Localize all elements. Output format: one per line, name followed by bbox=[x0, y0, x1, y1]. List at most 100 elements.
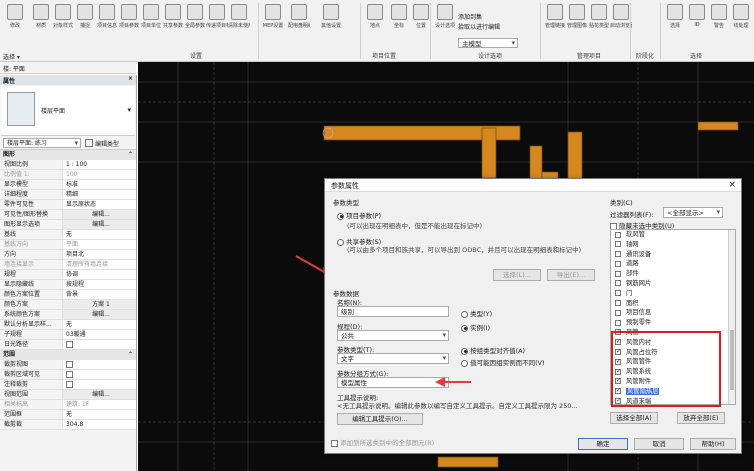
section-range[interactable]: 范围 ⌃ bbox=[0, 350, 136, 360]
property-row[interactable]: 方向 项目北 bbox=[0, 250, 136, 260]
property-row[interactable]: 视图比例 1 : 100 bbox=[0, 160, 136, 170]
checkbox-icon[interactable] bbox=[615, 290, 621, 297]
add-to-all-checkbox[interactable]: 添加到所选类别中的全部图元(R) bbox=[331, 437, 434, 447]
checkbox-icon[interactable] bbox=[615, 260, 621, 267]
discipline-select[interactable]: 公共 bbox=[337, 330, 449, 341]
property-value[interactable]: 无 bbox=[62, 320, 136, 329]
view-instance-select[interactable]: 楼层平面: 练习 bbox=[3, 138, 81, 148]
checkbox-icon[interactable] bbox=[615, 309, 621, 316]
property-value[interactable]: 建筑: 1F bbox=[62, 400, 136, 409]
select-button[interactable]: 选择(L)... bbox=[493, 269, 541, 281]
ribbon-button[interactable]: ID bbox=[686, 4, 708, 28]
category-item[interactable]: 项目信息 bbox=[611, 308, 735, 318]
name-input[interactable]: 级别 bbox=[337, 306, 449, 317]
property-row[interactable]: 零件可见性 显示原状态 bbox=[0, 200, 136, 210]
property-row[interactable]: 裁剪区域可见 bbox=[0, 370, 136, 380]
category-item[interactable]: 轴网 bbox=[611, 240, 735, 250]
checkbox-icon[interactable] bbox=[615, 280, 621, 287]
ribbon-button[interactable]: 地点 bbox=[364, 4, 386, 29]
property-row[interactable]: 裁剪视图 bbox=[0, 360, 136, 370]
checkbox-icon[interactable] bbox=[66, 341, 73, 348]
category-item[interactable]: 预制零件 bbox=[611, 318, 735, 328]
property-row[interactable]: 颜色方案位置 背景 bbox=[0, 290, 136, 300]
type-radio[interactable]: 类型(Y) bbox=[461, 308, 492, 318]
property-value[interactable] bbox=[62, 370, 136, 379]
project-param-radio[interactable]: 项目参数(P) bbox=[337, 210, 381, 220]
property-row[interactable]: 规程 协调 bbox=[0, 270, 136, 280]
ribbon-button[interactable]: 共享参数 bbox=[162, 4, 184, 29]
ribbon-button[interactable]: 材质 bbox=[30, 4, 52, 29]
category-item[interactable]: 部件 bbox=[611, 269, 735, 279]
category-item[interactable]: 钢筋网片 bbox=[611, 279, 735, 289]
edit-tooltip-button[interactable]: 编辑工具提示(O)... bbox=[337, 413, 423, 425]
property-value[interactable]: 编辑... bbox=[62, 310, 136, 319]
param-type-select[interactable]: 文字 bbox=[337, 353, 449, 364]
checkbox-icon[interactable] bbox=[615, 241, 621, 248]
property-value[interactable]: 304.8 bbox=[62, 420, 136, 429]
property-value[interactable] bbox=[62, 340, 136, 349]
type-selector[interactable]: 楼层平面 ▾ bbox=[1, 86, 135, 136]
property-value[interactable]: 按规程 bbox=[62, 280, 136, 289]
property-value[interactable]: 项目北 bbox=[62, 250, 136, 259]
property-row[interactable]: 可见性/图形替换 编辑... bbox=[0, 210, 136, 220]
scrollbar[interactable] bbox=[728, 230, 735, 404]
property-row[interactable]: 截剪裁 304.8 bbox=[0, 420, 136, 430]
help-button[interactable]: 帮助(H) bbox=[690, 438, 736, 450]
property-value[interactable]: 03暖通 bbox=[62, 330, 136, 339]
category-item[interactable]: 道路 bbox=[611, 259, 735, 269]
property-row[interactable]: 默认分析显示样... 无 bbox=[0, 320, 136, 330]
property-value[interactable]: 100 bbox=[62, 170, 136, 179]
ribbon-small-button[interactable]: 添加到集 bbox=[458, 12, 482, 21]
property-row[interactable]: 相关标高 建筑: 1F bbox=[0, 400, 136, 410]
ribbon-button[interactable]: 线处理 bbox=[730, 4, 752, 29]
property-row[interactable]: 日光路径 bbox=[0, 340, 136, 350]
ribbon-button[interactable]: 对象样式 bbox=[52, 4, 74, 29]
category-item[interactable]: 门 bbox=[611, 289, 735, 299]
ribbon-button[interactable]: 启动浏览器 bbox=[610, 4, 632, 29]
ribbon-button[interactable]: 选择 bbox=[664, 4, 686, 29]
ribbon-small-button[interactable]: 拾取以进行编辑 bbox=[458, 22, 500, 31]
section-graphics[interactable]: 图形 ⌃ bbox=[0, 150, 136, 160]
ribbon-button[interactable]: 其他设置 bbox=[320, 4, 342, 29]
ribbon-button[interactable]: 传递项目标准 bbox=[206, 4, 228, 29]
ribbon-button[interactable]: 贴花类型 bbox=[588, 4, 610, 29]
property-value[interactable]: 标准 bbox=[62, 180, 136, 189]
property-row[interactable]: 基线 无 bbox=[0, 230, 136, 240]
select-dropdown[interactable]: 选择 ▾ bbox=[0, 50, 130, 62]
property-value[interactable]: 显示原状态 bbox=[62, 200, 136, 209]
ribbon-button[interactable]: 全局参数 bbox=[184, 4, 206, 29]
property-row[interactable]: 视图范围 编辑... bbox=[0, 390, 136, 400]
shared-param-radio[interactable]: 共享参数(S) bbox=[337, 236, 381, 246]
property-row[interactable]: 墙连接显示 清理所有墙连接 bbox=[0, 260, 136, 270]
category-item[interactable]: 通讯设备 bbox=[611, 250, 735, 260]
ribbon-button[interactable]: 警告 bbox=[708, 4, 730, 29]
property-value[interactable]: 编辑... bbox=[62, 210, 136, 219]
property-value[interactable]: 编辑... bbox=[62, 220, 136, 229]
property-row[interactable]: 基线方向 平面 bbox=[0, 240, 136, 250]
property-row[interactable]: 颜色方案 方案 1 bbox=[0, 300, 136, 310]
scrollbar-thumb[interactable] bbox=[730, 330, 734, 390]
property-row[interactable]: 系统颜色方案 编辑... bbox=[0, 310, 136, 320]
property-value[interactable]: 背景 bbox=[62, 290, 136, 299]
ribbon-button[interactable]: 项目信息 bbox=[96, 4, 118, 29]
property-row[interactable]: 详细程度 精细 bbox=[0, 190, 136, 200]
property-value[interactable]: 协调 bbox=[62, 270, 136, 279]
instance-radio[interactable]: 实例(I) bbox=[461, 322, 490, 332]
checkbox-icon[interactable] bbox=[615, 270, 621, 277]
checkbox-icon[interactable] bbox=[615, 319, 621, 326]
checkbox-icon[interactable] bbox=[615, 300, 621, 307]
category-item[interactable]: 面积 bbox=[611, 299, 735, 309]
filter-select[interactable]: <全部显示> bbox=[663, 207, 723, 218]
property-value[interactable]: 无 bbox=[62, 410, 136, 419]
ribbon-button[interactable]: 清除未使用项 bbox=[228, 4, 250, 29]
property-value[interactable]: 平面 bbox=[62, 240, 136, 249]
ribbon-button[interactable]: 管理图像 bbox=[566, 4, 588, 29]
category-item[interactable]: 软风管 bbox=[611, 230, 735, 240]
property-value[interactable] bbox=[62, 380, 136, 389]
property-row[interactable]: 比例值 1: 100 bbox=[0, 170, 136, 180]
property-row[interactable]: 图形显示选项 编辑... bbox=[0, 220, 136, 230]
close-icon[interactable]: × bbox=[728, 180, 736, 190]
ribbon-button[interactable]: 坐标 bbox=[388, 4, 410, 29]
checkbox-icon[interactable] bbox=[66, 371, 73, 378]
ribbon-button[interactable]: 捕捉 bbox=[74, 4, 96, 29]
